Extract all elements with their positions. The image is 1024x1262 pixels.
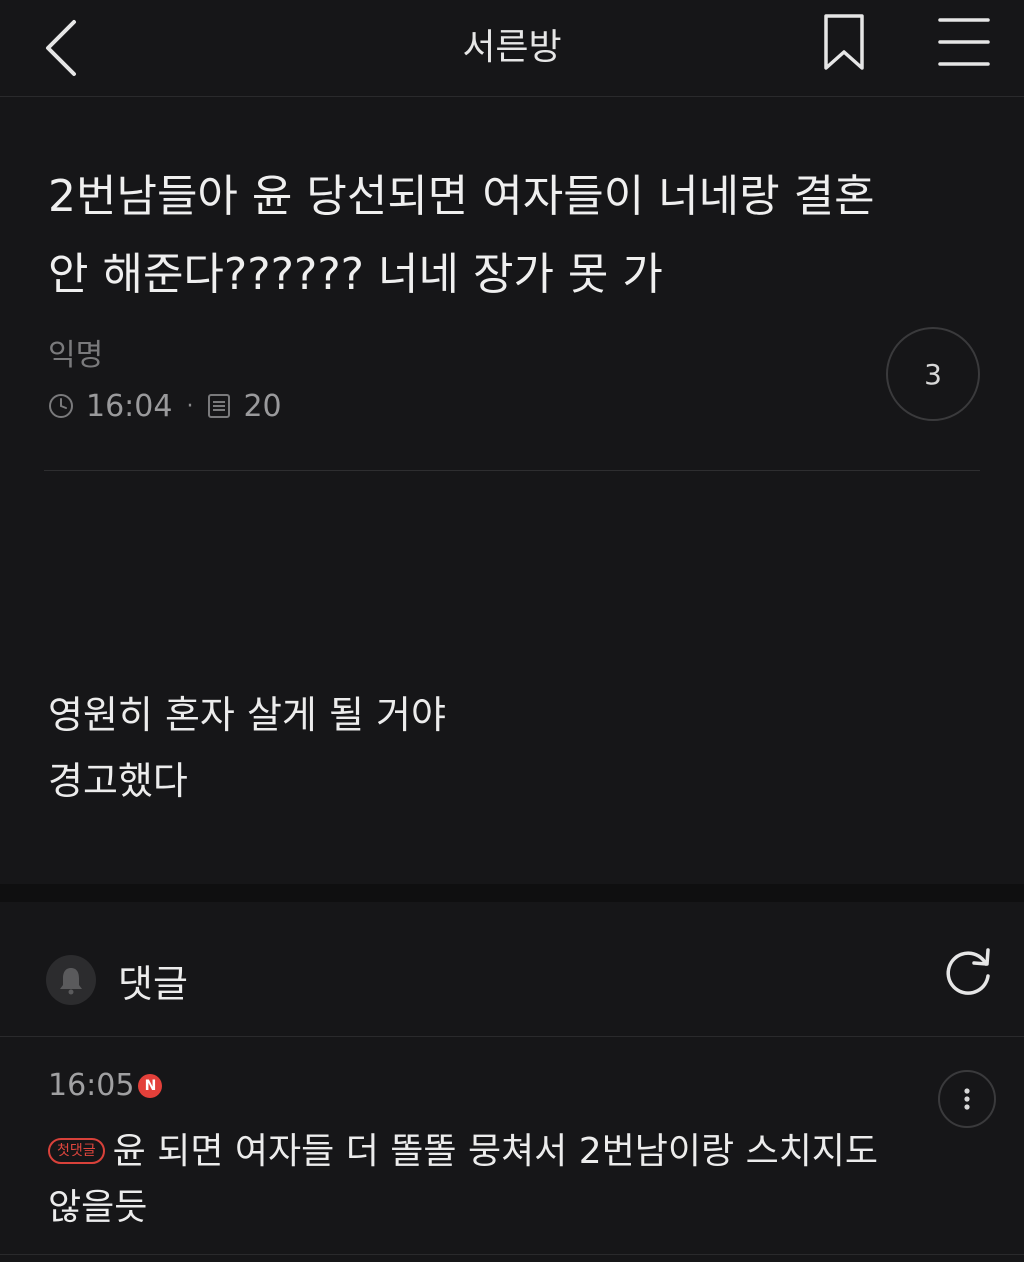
post-meta: 16:04 · 20	[48, 386, 282, 426]
comment-timestamp: 16:05 N	[48, 1068, 163, 1103]
post-title-line: 2번남들아 윤 당선되면 여자들이 너네랑 결혼	[48, 171, 875, 222]
hamburger-menu-icon	[938, 18, 990, 66]
comment-time-text: 16:05	[48, 1068, 135, 1103]
post-view-count: 20	[243, 388, 282, 424]
comment-text: 윤 되면 여자들 더 똘똘 뭉쳐서 2번남이랑 스치지도	[112, 1131, 879, 1172]
post-title-line: 안 해준다?????? 너네 장가 못 가	[48, 249, 663, 300]
post-body-line: 영원히 혼자 살게 될 거야	[48, 693, 446, 737]
more-vertical-icon	[964, 1088, 970, 1110]
bookmark-button[interactable]	[818, 12, 872, 72]
comments-label: 댓글	[118, 961, 188, 1006]
comment-line: 않을듯	[48, 1187, 148, 1228]
post-body: 영원히 혼자 살게 될 거야 경고했다	[48, 682, 446, 814]
notification-toggle[interactable]	[46, 955, 96, 1005]
top-nav-bar: 서른방	[0, 0, 1024, 97]
comment-more-button[interactable]	[938, 1070, 996, 1128]
refresh-button[interactable]	[938, 942, 998, 1002]
view-count-icon	[208, 394, 231, 418]
section-separator	[0, 884, 1024, 902]
comment-count-button[interactable]: 3	[886, 327, 980, 421]
refresh-icon	[946, 948, 990, 995]
new-badge: N	[138, 1073, 163, 1098]
post-title: 2번남들아 윤 당선되면 여자들이 너네랑 결혼 안 해준다?????? 너네 …	[48, 158, 988, 314]
first-comment-tag: 첫댓글	[48, 1138, 105, 1164]
post-body-line: 경고했다	[48, 759, 188, 803]
menu-button[interactable]	[934, 12, 994, 72]
clock-icon	[49, 394, 73, 418]
divider	[0, 1254, 1024, 1255]
divider	[0, 1036, 1024, 1037]
comment-body: 첫댓글 윤 되면 여자들 더 똘똘 뭉쳐서 2번남이랑 스치지도 않을듯	[48, 1124, 928, 1236]
comments-header: 댓글	[46, 948, 188, 1012]
comment-line: 첫댓글 윤 되면 여자들 더 똘똘 뭉쳐서 2번남이랑 스치지도	[48, 1124, 928, 1180]
post-time: 16:04	[86, 388, 173, 424]
bell-icon	[60, 968, 82, 995]
comment-count: 3	[924, 357, 942, 391]
post-author: 익명	[48, 338, 104, 373]
app-screen: 서른방 2번남들아 윤 당선되면 여자들이 너네랑 결혼 안 해준다??????…	[0, 0, 1024, 1262]
divider	[44, 470, 980, 471]
meta-separator: ·	[186, 393, 194, 419]
bookmark-icon	[824, 14, 864, 70]
